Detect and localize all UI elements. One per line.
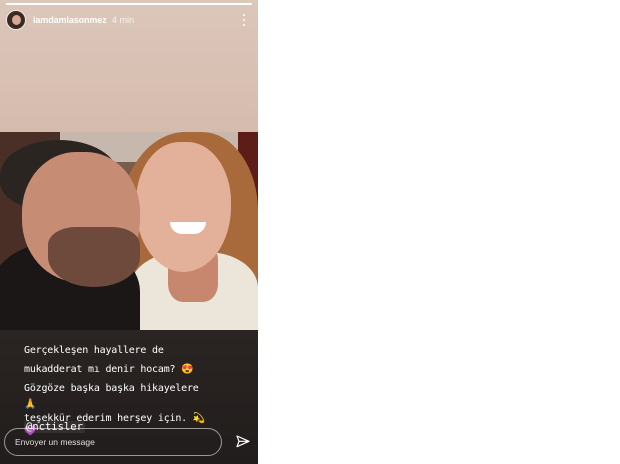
story-progress-fill xyxy=(6,3,252,5)
story-photo xyxy=(0,132,258,330)
caption-line: mukadderat mı denir hocam? 😍 xyxy=(24,364,194,375)
story-progress-bar xyxy=(6,3,252,5)
reply-message-input[interactable] xyxy=(4,428,222,456)
story-timestamp: 4 min xyxy=(112,15,135,25)
username[interactable]: iamdamlasonmez xyxy=(33,15,107,25)
story-viewer[interactable]: iamdamlasonmez 4 min Gerçekleşen hayalle… xyxy=(0,0,258,464)
avatar[interactable] xyxy=(6,10,26,30)
caption-line: Gözgöze başka başka hikayelere xyxy=(24,383,199,394)
caption-line: 🙏 xyxy=(24,399,37,410)
caption-line: Gerçekleşen hayallere de xyxy=(24,345,164,356)
more-options-icon[interactable] xyxy=(240,12,248,28)
story-header: iamdamlasonmez 4 min xyxy=(0,8,258,32)
paper-plane-icon[interactable] xyxy=(235,434,251,450)
